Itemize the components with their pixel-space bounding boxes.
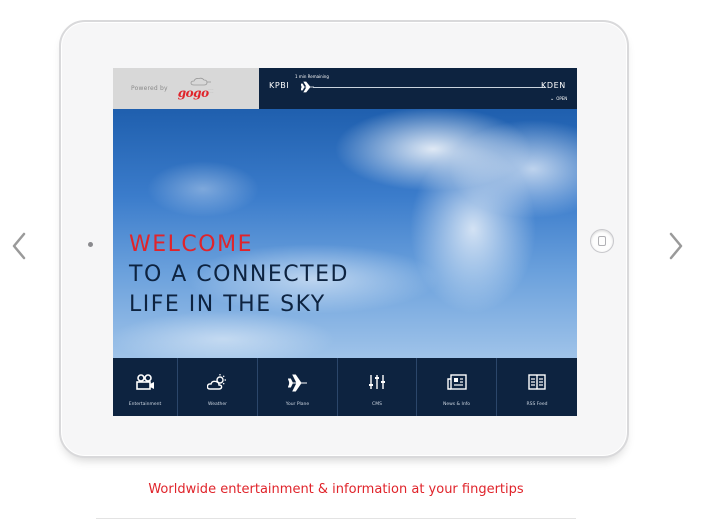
nav-label: CMS	[372, 402, 382, 407]
nav-item-entertainment[interactable]: Entertainment	[113, 358, 178, 416]
camera-icon	[88, 242, 93, 247]
home-button[interactable]	[590, 229, 614, 253]
nav-label: Weather	[208, 402, 227, 407]
film-camera-icon	[136, 374, 154, 390]
hero-sky-image: WELCOME TO A CONNECTED LIFE IN THE SKY	[113, 109, 577, 358]
hero-line-3: LIFE IN THE SKY	[129, 292, 326, 317]
nav-item-news-info[interactable]: News & Info	[417, 358, 497, 416]
divider	[96, 518, 576, 519]
sliders-icon	[369, 375, 385, 389]
powered-by-label: Powered by	[131, 85, 168, 92]
plane-icon	[287, 374, 307, 392]
hero-headline: WELCOME TO A CONNECTED LIFE IN THE SKY	[129, 230, 349, 320]
open-toggle[interactable]: ⌄ OPEN	[550, 96, 567, 102]
hero-line-2: TO A CONNECTED	[129, 262, 349, 287]
logo-wordmark: gogo	[177, 85, 209, 100]
nav-item-rss-feed[interactable]: RSS Feed	[497, 358, 577, 416]
rss-feed-icon	[528, 374, 546, 390]
hero-welcome: WELCOME	[129, 232, 253, 257]
nav-label: Entertainment	[128, 402, 162, 407]
tablet-frame: Powered by gogo ······ ······ 1 min Remai…	[59, 20, 629, 458]
nav-item-weather[interactable]: Weather	[178, 358, 258, 416]
carousel-prev-button[interactable]	[8, 230, 30, 262]
tablet-screen: Powered by gogo ······ ······ 1 min Remai…	[113, 68, 577, 416]
bottom-nav: Entertainment Weather Your Plane CMS New…	[113, 358, 577, 416]
open-label: OPEN	[556, 96, 568, 101]
newspaper-icon	[446, 374, 467, 390]
flight-origin: KPBI	[269, 81, 290, 90]
nav-label: RSS Feed	[526, 402, 548, 407]
flight-destination: KDEN	[541, 81, 566, 90]
time-remaining: 1 min Remaining	[295, 74, 329, 79]
flight-status-bar: Powered by gogo ······ ······ 1 min Remai…	[113, 68, 577, 109]
flight-progress-line	[313, 87, 545, 88]
nav-label: Your Plane	[285, 402, 310, 407]
weather-icon	[206, 374, 226, 390]
carousel-next-button[interactable]	[665, 230, 687, 262]
logo-tagline-mark: ······ ······	[207, 86, 214, 94]
chevron-left-icon	[12, 232, 26, 260]
chevron-right-icon	[669, 232, 683, 260]
gogo-logo: gogo ······ ······	[178, 77, 236, 101]
tagline: Worldwide entertainment & information at…	[148, 482, 524, 497]
nav-item-your-plane[interactable]: Your Plane	[258, 358, 338, 416]
brand-block: Powered by gogo ······ ······	[113, 68, 259, 109]
nav-label: News & Info	[442, 402, 471, 407]
nav-item-cms[interactable]: CMS	[338, 358, 417, 416]
chevron-down-icon: ⌄	[550, 96, 555, 102]
